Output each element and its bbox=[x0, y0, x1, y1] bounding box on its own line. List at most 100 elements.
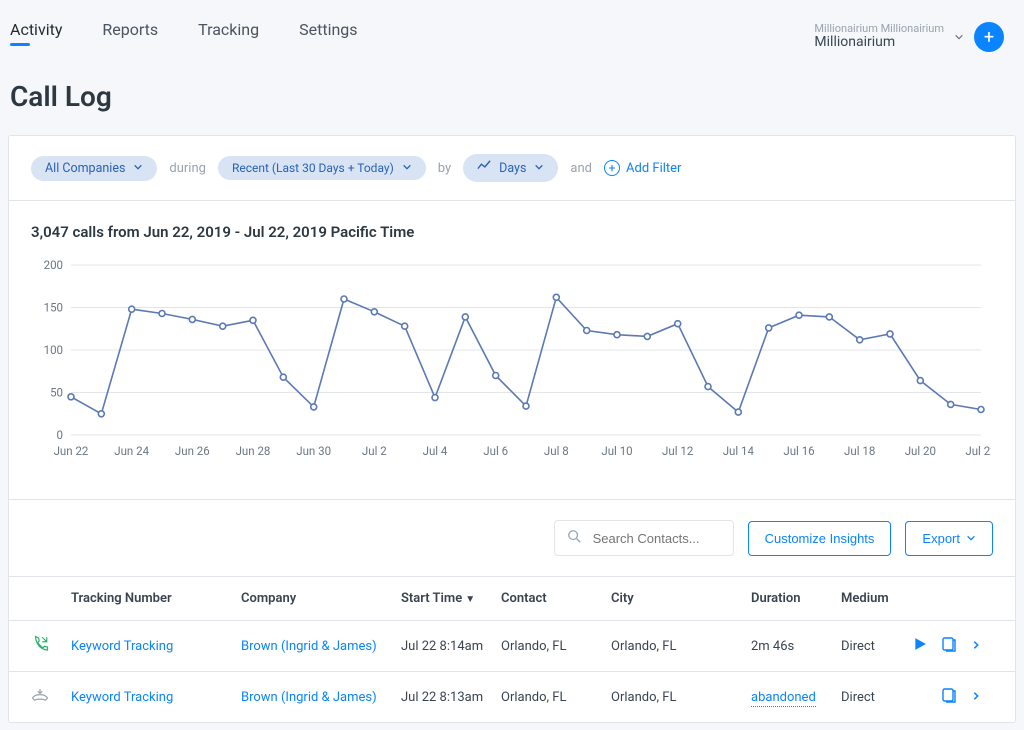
chevron-down-icon bbox=[954, 29, 964, 45]
svg-text:Jun 28: Jun 28 bbox=[236, 444, 271, 458]
col-start-time-label: Start Time bbox=[401, 591, 462, 606]
contact: Orlando, FL bbox=[501, 690, 611, 705]
col-tracking-number[interactable]: Tracking Number bbox=[71, 591, 241, 606]
svg-text:50: 50 bbox=[50, 386, 63, 400]
company-link[interactable]: Brown (Ingrid & James) bbox=[241, 639, 377, 654]
chevron-down-icon bbox=[966, 531, 976, 546]
account-text: Millionairium Millionairium Millionairiu… bbox=[814, 23, 944, 50]
svg-text:Jul 8: Jul 8 bbox=[544, 444, 569, 458]
tab-tracking[interactable]: Tracking bbox=[198, 14, 259, 60]
copy-button[interactable] bbox=[941, 687, 957, 707]
col-company[interactable]: Company bbox=[241, 591, 401, 606]
svg-text:Jul 6: Jul 6 bbox=[483, 444, 508, 458]
top-nav: Activity Reports Tracking Settings Milli… bbox=[0, 0, 1024, 60]
svg-text:150: 150 bbox=[44, 301, 63, 315]
filter-companies-label: All Companies bbox=[45, 161, 125, 176]
main-panel: All Companies during Recent (Last 30 Day… bbox=[8, 135, 1016, 723]
city: Orlando, FL bbox=[611, 690, 751, 705]
filter-word-by: by bbox=[438, 161, 451, 176]
start-time: Jul 22 8:14am bbox=[401, 639, 501, 654]
svg-text:Jul 22: Jul 22 bbox=[965, 444, 991, 458]
add-filter-label: Add Filter bbox=[626, 161, 681, 176]
city: Orlando, FL bbox=[611, 639, 751, 654]
chevron-down-icon bbox=[402, 161, 412, 175]
svg-text:Jul 18: Jul 18 bbox=[844, 444, 875, 458]
tab-activity[interactable]: Activity bbox=[10, 14, 62, 60]
sort-desc-icon: ▼ bbox=[465, 594, 475, 605]
svg-text:Jul 2: Jul 2 bbox=[362, 444, 387, 458]
trend-icon bbox=[477, 159, 491, 177]
add-button[interactable]: + bbox=[974, 22, 1004, 52]
duration-value: 2m 46s bbox=[751, 639, 794, 654]
medium: Direct bbox=[841, 639, 911, 654]
filter-date-range-label: Recent (Last 30 Days + Today) bbox=[232, 161, 394, 175]
svg-text:Jul 20: Jul 20 bbox=[905, 444, 936, 458]
filter-companies[interactable]: All Companies bbox=[31, 156, 157, 181]
page-title: Call Log bbox=[0, 60, 1024, 135]
svg-text:Jun 30: Jun 30 bbox=[296, 444, 331, 458]
table-header-row: Tracking Number Company Start Time▼ Cont… bbox=[9, 576, 1015, 620]
tab-label: Activity bbox=[10, 20, 62, 39]
svg-text:Jul 10: Jul 10 bbox=[601, 444, 632, 458]
nav-tabs: Activity Reports Tracking Settings bbox=[10, 14, 814, 60]
call-log-table: Tracking Number Company Start Time▼ Cont… bbox=[9, 576, 1015, 722]
svg-text:100: 100 bbox=[44, 343, 63, 357]
customize-insights-button[interactable]: Customize Insights bbox=[748, 521, 892, 556]
filter-date-range[interactable]: Recent (Last 30 Days + Today) bbox=[218, 156, 426, 180]
company-link[interactable]: Brown (Ingrid & James) bbox=[241, 690, 377, 705]
plus-icon: + bbox=[984, 27, 994, 48]
call-inbound-icon bbox=[31, 635, 71, 657]
export-button[interactable]: Export bbox=[905, 521, 993, 556]
svg-text:Jul 4: Jul 4 bbox=[423, 444, 448, 458]
tab-label: Settings bbox=[299, 20, 357, 39]
search-input[interactable] bbox=[591, 530, 721, 547]
filter-bar: All Companies during Recent (Last 30 Day… bbox=[9, 136, 1015, 201]
expand-row-button[interactable] bbox=[971, 639, 981, 654]
search-contacts[interactable] bbox=[554, 520, 734, 556]
play-button[interactable] bbox=[913, 637, 927, 655]
account-switcher[interactable]: Millionairium Millionairium Millionairiu… bbox=[814, 22, 1014, 52]
col-contact[interactable]: Contact bbox=[501, 591, 611, 606]
svg-text:Jun 24: Jun 24 bbox=[114, 444, 149, 458]
start-time: Jul 22 8:13am bbox=[401, 690, 501, 705]
svg-text:Jul 14: Jul 14 bbox=[723, 444, 755, 458]
call-missed-icon bbox=[31, 686, 71, 708]
table-controls: Customize Insights Export bbox=[9, 500, 1015, 576]
table-row: Keyword Tracking Brown (Ingrid & James) … bbox=[9, 671, 1015, 722]
button-label: Customize Insights bbox=[765, 531, 875, 546]
tab-settings[interactable]: Settings bbox=[299, 14, 357, 60]
table-row: Keyword Tracking Brown (Ingrid & James) … bbox=[9, 620, 1015, 671]
filter-word-during: during bbox=[169, 161, 206, 176]
button-label: Export bbox=[922, 531, 960, 546]
search-icon bbox=[567, 529, 581, 547]
expand-row-button[interactable] bbox=[971, 690, 981, 705]
chevron-down-icon bbox=[534, 161, 544, 176]
chevron-down-icon bbox=[133, 161, 143, 176]
chart-summary: 3,047 calls from Jun 22, 2019 - Jul 22, … bbox=[31, 223, 414, 241]
row-actions bbox=[911, 636, 981, 656]
col-medium[interactable]: Medium bbox=[841, 591, 911, 606]
active-tab-underline bbox=[10, 43, 30, 46]
chart-section: 3,047 calls from Jun 22, 2019 - Jul 22, … bbox=[9, 201, 1015, 500]
col-start-time[interactable]: Start Time▼ bbox=[401, 591, 501, 606]
svg-text:Jun 22: Jun 22 bbox=[54, 444, 89, 458]
filter-granularity[interactable]: Days bbox=[463, 154, 558, 182]
circle-plus-icon: + bbox=[604, 160, 620, 176]
add-filter-button[interactable]: + Add Filter bbox=[604, 160, 681, 176]
filter-word-and: and bbox=[570, 161, 592, 176]
calls-line-chart: 0 50 100 150 200 Jun 22 Jun 24 Jun 26 Jun 28 Jun … bbox=[31, 255, 991, 465]
tab-reports[interactable]: Reports bbox=[102, 14, 158, 60]
tracking-number-link[interactable]: Keyword Tracking bbox=[71, 690, 173, 705]
svg-text:200: 200 bbox=[44, 258, 63, 272]
tracking-number-link[interactable]: Keyword Tracking bbox=[71, 639, 173, 654]
svg-text:Jul 16: Jul 16 bbox=[783, 444, 814, 458]
col-city[interactable]: City bbox=[611, 591, 751, 606]
col-duration[interactable]: Duration bbox=[751, 591, 841, 606]
filter-granularity-label: Days bbox=[499, 161, 526, 176]
tab-label: Reports bbox=[102, 20, 158, 39]
tab-label: Tracking bbox=[198, 20, 259, 39]
copy-button[interactable] bbox=[941, 636, 957, 656]
svg-text:0: 0 bbox=[57, 428, 63, 442]
svg-text:Jun 26: Jun 26 bbox=[175, 444, 210, 458]
duration-abandoned[interactable]: abandoned bbox=[751, 690, 816, 707]
